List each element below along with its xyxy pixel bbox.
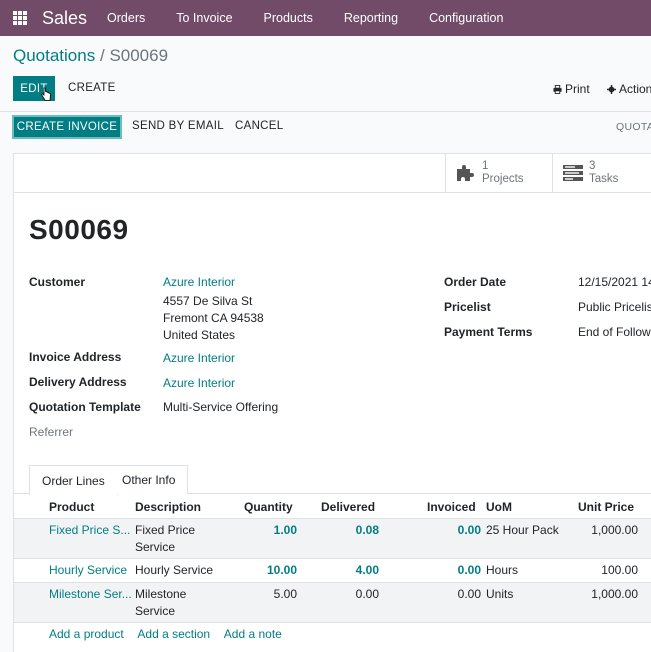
row-description-line1: Milestone: [135, 587, 187, 601]
smart-button-box: 1 Projects 3 Tasks: [14, 154, 651, 193]
row-invoiced: 0.00: [457, 587, 481, 601]
menu-to-invoice[interactable]: To Invoice: [176, 11, 232, 25]
create-invoice-button[interactable]: CREATE INVOICE: [12, 115, 122, 139]
send-by-email-button[interactable]: SEND BY EMAIL: [132, 120, 224, 132]
delivery-address-link[interactable]: Azure Interior: [163, 376, 235, 390]
customer-address-line1: 4557 De Silva St: [163, 294, 253, 308]
customer-address-line3: United States: [163, 328, 236, 342]
tasks-icon: [563, 165, 583, 181]
table-row[interactable]: Fixed Price S... Fixed Price Service 1.0…: [14, 519, 651, 559]
order-lines-header: Product Description Quantity Delivered I…: [14, 494, 651, 519]
tab-other-info[interactable]: Other Info: [110, 465, 189, 494]
row-description-line1: Hourly Service: [135, 563, 214, 577]
row-product[interactable]: Fixed Price S...: [49, 522, 130, 539]
projects-smart-button[interactable]: 1 Projects: [445, 154, 552, 192]
breadcrumb-separator: /: [99, 46, 105, 65]
action-button[interactable]: Action: [607, 82, 651, 96]
referrer-label: Referrer: [29, 425, 74, 439]
status-stage-quotation[interactable]: QUOTATION: [616, 121, 651, 133]
row-description-line2: Service: [135, 540, 176, 554]
row-uom: Hours: [486, 563, 519, 577]
tasks-label: Tasks: [589, 173, 619, 185]
row-unit-price: 1,000.00: [591, 587, 638, 601]
menu-products[interactable]: Products: [264, 11, 313, 25]
tasks-count: 3: [589, 160, 596, 172]
col-product[interactable]: Product: [49, 500, 94, 514]
col-uom[interactable]: UoM: [486, 500, 512, 514]
table-row[interactable]: Hourly Service Hourly Service 10.00 4.00…: [14, 559, 651, 583]
tasks-smart-button[interactable]: 3 Tasks: [552, 154, 651, 192]
action-label: Action: [619, 82, 651, 96]
payment-terms-value: End of Following: [578, 325, 651, 339]
row-uom: Units: [486, 587, 514, 601]
invoice-address-label: Invoice Address: [29, 350, 122, 364]
app-name[interactable]: Sales: [42, 8, 87, 29]
row-unit-price: 1,000.00: [591, 523, 638, 537]
invoice-address-link[interactable]: Azure Interior: [163, 351, 235, 365]
quotation-template-value: Multi-Service Offering: [163, 400, 279, 414]
apps-grid-icon[interactable]: [13, 11, 27, 25]
row-product[interactable]: Milestone Ser...: [49, 586, 132, 603]
form-sheet: 1 Projects 3 Tasks S00069 Customer Azure…: [13, 153, 651, 652]
breadcrumb: Quotations / S00069: [13, 46, 168, 66]
order-date-value: 12/15/2021 14:: [578, 275, 651, 289]
row-uom: 25 Hour Pack: [486, 523, 559, 537]
breadcrumb-current: S00069: [109, 46, 169, 65]
col-delivered[interactable]: Delivered: [321, 500, 375, 514]
row-quantity: 5.00: [273, 587, 297, 601]
col-description[interactable]: Description: [135, 500, 201, 514]
record-title: S00069: [29, 214, 129, 245]
delivery-address-label: Delivery Address: [29, 375, 127, 389]
projects-label: Projects: [482, 173, 524, 185]
menu-reporting[interactable]: Reporting: [344, 11, 398, 25]
cancel-button[interactable]: CANCEL: [235, 120, 283, 132]
print-icon: [553, 84, 562, 94]
puzzle-icon: [457, 165, 474, 181]
create-button[interactable]: CREATE: [68, 82, 116, 94]
tab-order-lines[interactable]: Order Lines: [29, 465, 118, 495]
customer-address-line2: Fremont CA 94538: [163, 311, 264, 325]
row-quantity: 10.00: [266, 563, 297, 577]
customer-label: Customer: [29, 275, 86, 289]
customer-link[interactable]: Azure Interior: [163, 275, 235, 289]
col-invoiced[interactable]: Invoiced: [427, 500, 476, 514]
add-note-link[interactable]: Add a note: [224, 627, 282, 641]
pricelist-value: Public Pricelist: [578, 300, 651, 314]
top-navbar: Sales Orders To Invoice Products Reporti…: [0, 0, 651, 36]
row-delivered: 4.00: [355, 563, 379, 577]
status-bar: CREATE INVOICE SEND BY EMAIL CANCEL QUOT…: [0, 112, 651, 142]
row-invoiced: 0.00: [457, 523, 481, 537]
row-description-line2: Service: [135, 604, 176, 618]
print-button[interactable]: Print: [553, 82, 590, 96]
row-delivered: 0.08: [355, 523, 379, 537]
row-delivered: 0.00: [355, 587, 379, 601]
row-unit-price: 100.00: [601, 563, 638, 577]
col-unit-price[interactable]: Unit Price: [578, 500, 634, 514]
row-product[interactable]: Hourly Service: [49, 562, 127, 579]
menu-orders[interactable]: Orders: [107, 11, 145, 25]
payment-terms-label: Payment Terms: [444, 325, 533, 339]
row-description-line1: Fixed Price: [135, 523, 196, 537]
add-product-link[interactable]: Add a product: [49, 627, 124, 641]
breadcrumb-quotations[interactable]: Quotations: [13, 46, 95, 65]
menu-configuration[interactable]: Configuration: [429, 11, 503, 25]
col-quantity[interactable]: Quantity: [244, 500, 293, 514]
quotation-template-label: Quotation Template: [29, 400, 141, 414]
hand-cursor-icon: [41, 87, 51, 101]
pricelist-label: Pricelist: [444, 300, 491, 314]
order-date-label: Order Date: [444, 275, 507, 289]
notebook-tabs: Order Lines Other Info: [14, 465, 651, 495]
add-line-links: Add a product Add a section Add a note: [49, 627, 293, 641]
projects-count: 1: [482, 160, 489, 172]
table-row[interactable]: Milestone Ser... Milestone Service 5.00 …: [14, 583, 651, 623]
add-section-link[interactable]: Add a section: [137, 627, 210, 641]
print-label: Print: [565, 82, 590, 96]
row-quantity: 1.00: [273, 523, 297, 537]
gear-icon: [607, 84, 616, 94]
row-invoiced: 0.00: [457, 563, 481, 577]
